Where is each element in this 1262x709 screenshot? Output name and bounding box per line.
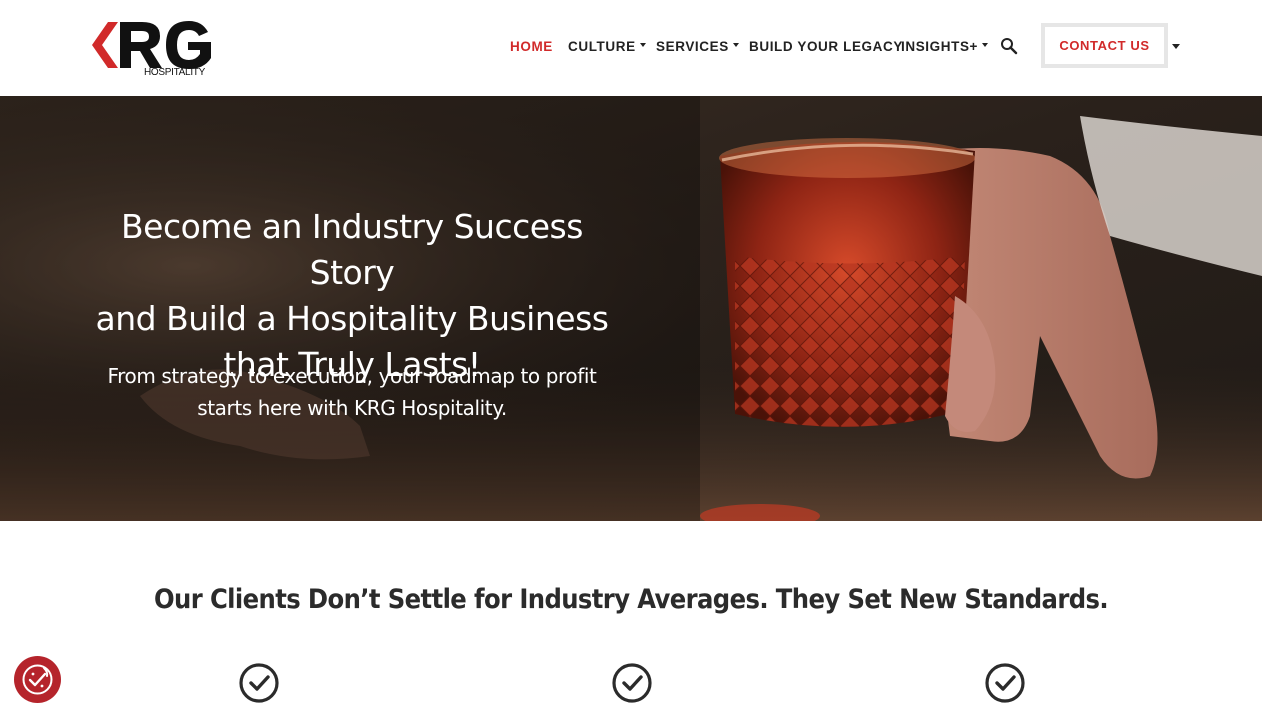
check-circle-icon bbox=[984, 662, 1026, 704]
nav-item-services[interactable]: SERVICES bbox=[656, 38, 739, 56]
cookie-consent-button[interactable] bbox=[14, 656, 61, 703]
chevron-down-icon bbox=[982, 43, 989, 48]
hero-banner: Become an Industry Success Story and Bui… bbox=[0, 96, 1262, 521]
section-heading: Our Clients Don’t Settle for Industry Av… bbox=[153, 584, 1109, 615]
nav-item-build-your-legacy[interactable]: BUILD YOUR LEGACY bbox=[749, 38, 903, 56]
nav-label: BUILD YOUR LEGACY bbox=[749, 39, 903, 54]
hero-title-line: Become an Industry Success Story bbox=[121, 207, 583, 292]
nav-label: HOME bbox=[510, 39, 553, 54]
cookie-consent-icon bbox=[22, 664, 53, 695]
contact-us-button[interactable]: CONTACT US bbox=[1041, 23, 1168, 68]
krg-logo[interactable]: HOSPITALITY bbox=[90, 18, 215, 82]
check-circle-icon bbox=[611, 662, 653, 704]
chevron-down-icon bbox=[639, 43, 646, 48]
search-icon[interactable] bbox=[1000, 37, 1018, 55]
nav-label: CULTURE bbox=[568, 39, 636, 54]
hero-subtitle: From strategy to execution, your roadmap… bbox=[92, 360, 612, 424]
nav-item-culture[interactable]: CULTURE bbox=[568, 38, 646, 56]
chevron-down-icon[interactable] bbox=[1172, 44, 1180, 49]
site-header: HOSPITALITY HOME CULTURE SERVICES BUILD … bbox=[0, 0, 1262, 96]
chevron-down-icon bbox=[732, 43, 739, 48]
hero-subtitle-line: starts here with KRG Hospitality. bbox=[197, 396, 507, 420]
nav-item-insights[interactable]: INSIGHTS+ bbox=[901, 38, 989, 56]
hero-title-line: and Build a Hospitality Business bbox=[95, 299, 609, 338]
hero-subtitle-line: From strategy to execution, your roadmap… bbox=[107, 364, 597, 388]
logo-subtitle: HOSPITALITY bbox=[144, 67, 205, 78]
nav-label: SERVICES bbox=[656, 39, 729, 54]
contact-label: CONTACT US bbox=[1059, 38, 1150, 53]
nav-item-home[interactable]: HOME bbox=[510, 38, 553, 56]
nav-label: INSIGHTS+ bbox=[901, 39, 979, 54]
check-circle-icon bbox=[238, 662, 280, 704]
